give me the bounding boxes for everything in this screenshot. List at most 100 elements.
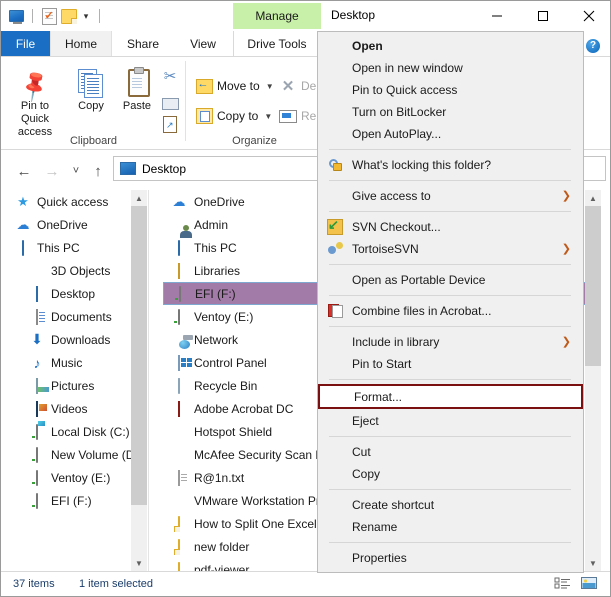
large-icons-view-button[interactable] (580, 576, 600, 593)
music-icon: ♪ (29, 355, 45, 371)
sidebar-item-label: Local Disk (C:) (51, 424, 130, 439)
menu-item-combine-files-in-acrobat[interactable]: Combine files in Acrobat... (318, 300, 583, 322)
menu-item-label: Rename (352, 520, 398, 534)
sidebar-item-new-volume-d[interactable]: New Volume (D (1, 443, 147, 466)
copy-button[interactable]: Copy (69, 63, 113, 113)
menu-item-turn-on-bitlocker[interactable]: Turn on BitLocker (318, 101, 583, 123)
menu-item-svn-checkout[interactable]: SVN Checkout... (318, 216, 583, 238)
tab-drive-tools[interactable]: Drive Tools (233, 31, 322, 58)
sidebar-item-3d-objects[interactable]: 3D Objects (1, 259, 147, 282)
tab-home[interactable]: Home (50, 31, 112, 57)
sidebar-item-videos[interactable]: Videos (1, 397, 147, 420)
network-icon (171, 332, 187, 348)
libraries-icon (171, 262, 187, 279)
mcafee-icon (171, 447, 187, 463)
nav-pane-scrollbar[interactable]: ▲ ▼ (131, 190, 147, 571)
menu-item-tortoisesvn[interactable]: TortoiseSVN ❯ (318, 238, 583, 260)
file-scrollbar-thumb[interactable] (585, 206, 601, 366)
sidebar-item-pictures[interactable]: Pictures (1, 374, 147, 397)
rename-icon (279, 107, 297, 125)
cut-button[interactable]: ✂ (161, 65, 179, 87)
scroll-down-arrow-icon[interactable]: ▼ (131, 555, 147, 571)
copy-path-icon (161, 95, 179, 113)
menu-item-properties[interactable]: Properties (318, 547, 583, 569)
menu-item-rename[interactable]: Rename (318, 516, 583, 538)
sidebar-item-label: Desktop (51, 286, 96, 301)
text-file-icon (178, 469, 180, 486)
file-scroll-down-arrow-icon[interactable]: ▼ (585, 555, 601, 571)
properties-icon[interactable]: ✓ (39, 6, 59, 26)
drive-icon (179, 285, 181, 302)
file-pane-scrollbar[interactable]: ▲ ▼ (585, 190, 601, 571)
downloads-icon: ⬇ (29, 331, 45, 348)
menu-item-open-in-new-window[interactable]: Open in new window (318, 57, 583, 79)
contextual-tab-manage[interactable]: Manage (233, 3, 321, 29)
menu-item-pin-to-quick-access[interactable]: Pin to Quick access (318, 79, 583, 101)
acrobat-icon (178, 400, 180, 417)
help-icon[interactable]: ? (586, 39, 600, 53)
pin-to-quick-access-button[interactable]: 📌 Pin to Quick access (6, 63, 64, 139)
close-button[interactable] (566, 1, 610, 31)
videos-icon (36, 400, 38, 417)
copy-path-button[interactable] (161, 93, 179, 115)
documents-icon (29, 308, 45, 325)
menu-item-cut[interactable]: Cut (318, 441, 583, 463)
menu-item-open[interactable]: Open (318, 35, 583, 57)
menu-item-format[interactable]: Format... (318, 384, 583, 409)
tab-share-label: Share (126, 37, 160, 51)
sidebar-item-efi-f[interactable]: EFI (F:) (1, 489, 147, 512)
menu-item-pin-to-start[interactable]: Pin to Start (318, 353, 583, 375)
control-panel-icon (171, 354, 187, 371)
list-item-label: VMware Workstation Pr (194, 493, 320, 508)
move-to-button[interactable]: Move to ▼ (195, 75, 274, 97)
sidebar-item-documents[interactable]: Documents (1, 305, 147, 328)
tab-file[interactable]: File (1, 31, 50, 57)
scroll-up-arrow-icon[interactable]: ▲ (131, 190, 147, 206)
sidebar-item-downloads[interactable]: ⬇ Downloads (1, 328, 147, 351)
menu-item-open-as-portable-device[interactable]: Open as Portable Device (318, 269, 583, 291)
sidebar-item-music[interactable]: ♪ Music (1, 351, 147, 374)
chevron-down-icon[interactable]: ▾ (79, 11, 93, 22)
lock-icon (327, 157, 343, 173)
folder-icon (178, 538, 180, 555)
menu-item-create-shortcut[interactable]: Create shortcut (318, 494, 583, 516)
tab-view[interactable]: View (174, 31, 232, 57)
details-view-button[interactable] (554, 576, 574, 593)
up-button[interactable]: ↑ (87, 160, 109, 182)
copy-to-button[interactable]: Copy to ▼ (195, 105, 272, 127)
menu-item-copy[interactable]: Copy (318, 463, 583, 485)
file-scroll-up-arrow-icon[interactable]: ▲ (585, 190, 601, 206)
tab-share[interactable]: Share (112, 31, 174, 57)
sidebar-item-desktop[interactable]: Desktop (1, 282, 147, 305)
chevron-down-icon[interactable]: ▼ (266, 82, 274, 91)
sidebar-item-label: New Volume (D (51, 447, 135, 462)
menu-item-eject[interactable]: Eject (318, 410, 583, 432)
menu-item-open-autoplay[interactable]: Open AutoPlay... (318, 123, 583, 145)
acrobat-combine-icon (327, 303, 343, 319)
sidebar-item-onedrive[interactable]: ☁ OneDrive (1, 213, 147, 236)
new-folder-icon[interactable] (59, 6, 79, 26)
sidebar-item-local-disk-c[interactable]: Local Disk (C:) (1, 420, 147, 443)
sidebar-item-ventoy-e[interactable]: Ventoy (E:) (1, 466, 147, 489)
vmware-icon (171, 493, 187, 509)
menu-item-what-s-locking-this-folder[interactable]: What's locking this folder? (318, 154, 583, 176)
minimize-button[interactable] (474, 1, 520, 31)
chevron-down-icon-2[interactable]: ▼ (264, 112, 272, 121)
maximize-button[interactable] (520, 1, 566, 31)
back-button[interactable]: ← (13, 160, 35, 182)
forward-button[interactable]: → (41, 160, 63, 182)
recent-locations-button[interactable]: ˅ (65, 160, 87, 182)
menu-item-label: Cut (352, 445, 371, 459)
pane-splitter[interactable] (148, 190, 149, 571)
paste-shortcut-button[interactable]: ↗ (161, 113, 179, 135)
paste-button[interactable]: Paste (113, 63, 161, 113)
sidebar-item-quick-access[interactable]: ★ Quick access (1, 190, 147, 213)
nav-scrollbar-thumb[interactable] (131, 206, 147, 505)
menu-item-label: Properties (352, 551, 407, 565)
sidebar-item-this-pc[interactable]: This PC (1, 236, 147, 259)
delete-button[interactable]: ✕ Del (279, 75, 319, 97)
menu-item-give-access-to[interactable]: Give access to ❯ (318, 185, 583, 207)
menu-item-include-in-library[interactable]: Include in library ❯ (318, 331, 583, 353)
recycle-bin-icon (171, 377, 187, 394)
explorer-system-icon[interactable] (6, 6, 26, 26)
